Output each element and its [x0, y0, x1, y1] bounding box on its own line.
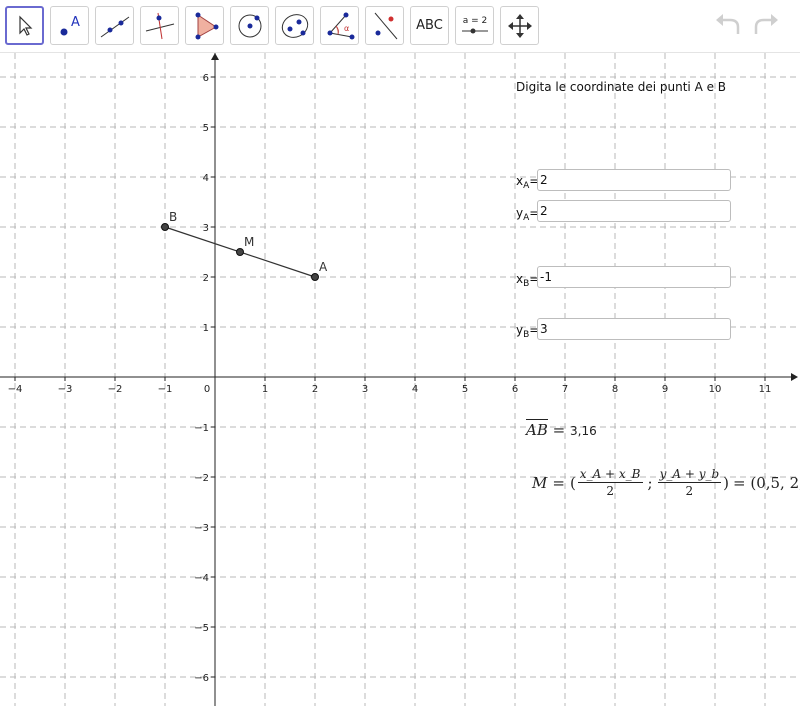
tool-slider[interactable]: a = 2 [455, 6, 494, 45]
distance-ab-label: AB [526, 419, 548, 439]
formula-eq: = [552, 473, 565, 492]
points: A B M [161, 210, 328, 281]
y-tick-labels: 6 5 4 3 2 1 −1 −2 −3 −4 −5 −6 [194, 73, 215, 684]
perpendicular-line-icon [145, 12, 174, 39]
pointer-arrow-icon [18, 15, 32, 36]
x-tick-label: −1 [158, 384, 173, 395]
yb-label: yB= [516, 323, 540, 340]
x-tick-labels: −4 −3 −2 −1 0 1 2 3 4 5 6 7 8 9 10 11 [8, 377, 772, 395]
point-m[interactable]: M [236, 235, 255, 256]
y-tick-label: −5 [194, 623, 209, 634]
xa-label: xA= [516, 174, 540, 191]
redo-icon[interactable] [750, 12, 780, 38]
y-tick-label: −1 [194, 423, 209, 434]
x-tick-label: 8 [612, 384, 618, 395]
point-label: M [244, 235, 254, 249]
formula-lhs: M [532, 473, 548, 492]
tool-circle[interactable] [230, 6, 269, 45]
tool-perpendicular[interactable] [140, 6, 179, 45]
slider-icon-label: a = 2 [462, 16, 487, 26]
distance-ab-value: 3,16 [570, 424, 597, 438]
x-tick-label: −2 [108, 384, 123, 395]
text-icon: ABC [416, 18, 443, 33]
tool-polygon[interactable] [185, 6, 224, 45]
x-tick-label: 4 [412, 384, 418, 395]
point-label: B [169, 210, 177, 224]
formula-num-x: x_A + x_B [577, 467, 643, 483]
x-tick-label: 2 [312, 384, 318, 395]
toolbar: A α ABC a = 2 [0, 0, 800, 53]
ya-input[interactable] [537, 200, 731, 222]
formula-fraction-x: x_A + x_B 2 [577, 466, 643, 499]
point-marker[interactable] [236, 248, 244, 256]
x-tick-label: 5 [462, 384, 468, 395]
tool-angle[interactable]: α [320, 6, 359, 45]
yb-input[interactable] [537, 318, 731, 340]
x-tick-label: 1 [262, 384, 268, 395]
tool-text[interactable]: ABC [410, 6, 449, 45]
circle-center-point-icon [238, 14, 261, 37]
x-tick-label: 9 [662, 384, 668, 395]
tool-move[interactable] [5, 6, 44, 45]
y-tick-label: 2 [203, 273, 209, 284]
x-tick-label: 10 [709, 384, 722, 395]
angle-icon: α [327, 12, 354, 39]
formula-den-x: 2 [606, 484, 614, 498]
x-tick-label: 3 [362, 384, 368, 395]
y-tick-label: −6 [194, 673, 209, 684]
y-axis-arrow [211, 53, 219, 60]
tool-point[interactable]: A [50, 6, 89, 45]
distance-ab-eq: = [552, 421, 566, 439]
xb-label: xB= [516, 272, 540, 289]
formula-close: ) [723, 473, 730, 492]
ellipse-icon [281, 13, 308, 38]
xa-input[interactable] [537, 169, 731, 191]
line-through-points-icon [100, 16, 129, 37]
tool-line[interactable] [95, 6, 134, 45]
x-tick-label: 6 [512, 384, 518, 395]
y-tick-label: 6 [203, 73, 209, 84]
y-tick-label: −3 [194, 523, 209, 534]
reflect-about-line-icon [374, 12, 397, 39]
x-axis-arrow [791, 373, 798, 381]
move-graphics-view-icon [507, 13, 532, 38]
point-icon-label: A [71, 15, 80, 30]
x-tick-label: 0 [204, 384, 210, 395]
formula-num-y: y_A + y_b [657, 467, 722, 483]
point-label: A [319, 260, 328, 274]
instruction-text: Digita le coordinate dei punti A e B [516, 80, 727, 94]
xb-input[interactable] [537, 266, 731, 288]
ya-label: yA= [516, 206, 540, 223]
x-tick-label: 7 [562, 384, 568, 395]
formula-sep: ; [647, 473, 653, 492]
undo-icon[interactable] [714, 12, 744, 38]
x-tick-label: 11 [759, 384, 772, 395]
x-tick-label: −3 [58, 384, 73, 395]
y-tick-label: −4 [194, 573, 209, 584]
y-tick-label: −2 [194, 473, 209, 484]
tool-move-graphics[interactable] [500, 6, 539, 45]
formula-fraction-y: y_A + y_b 2 [657, 466, 722, 499]
point-marker[interactable] [161, 223, 169, 231]
point-icon: A [60, 15, 80, 35]
tool-ellipse[interactable] [275, 6, 314, 45]
grid [0, 53, 800, 706]
tool-reflect[interactable] [365, 6, 404, 45]
y-tick-label: 3 [203, 223, 209, 234]
axes [0, 53, 798, 706]
formula-den-y: 2 [685, 484, 694, 498]
x-tick-label: −4 [8, 384, 23, 395]
polygon-icon [195, 12, 218, 39]
midpoint-formula: M = ( x_A + x_B 2 ; y_A + y_b 2 ) = (0,5… [532, 466, 800, 499]
angle-icon-label: α [344, 24, 349, 33]
slider-icon: a = 2 [461, 16, 488, 33]
point-marker[interactable] [311, 273, 319, 281]
y-tick-label: 4 [203, 173, 209, 184]
formula-open: ( [569, 473, 576, 492]
distance-ab: AB = 3,16 [526, 419, 597, 439]
y-tick-label: 5 [203, 123, 209, 134]
formula-result: = (0,5, 2,5) [733, 473, 800, 492]
graphics-view[interactable]: −4 −3 −2 −1 0 1 2 3 4 5 6 7 8 9 10 11 6 5 4 3 2 1 −1 −2 −3 −4 −5 −… [0, 53, 800, 706]
y-tick-label: 1 [203, 323, 209, 334]
